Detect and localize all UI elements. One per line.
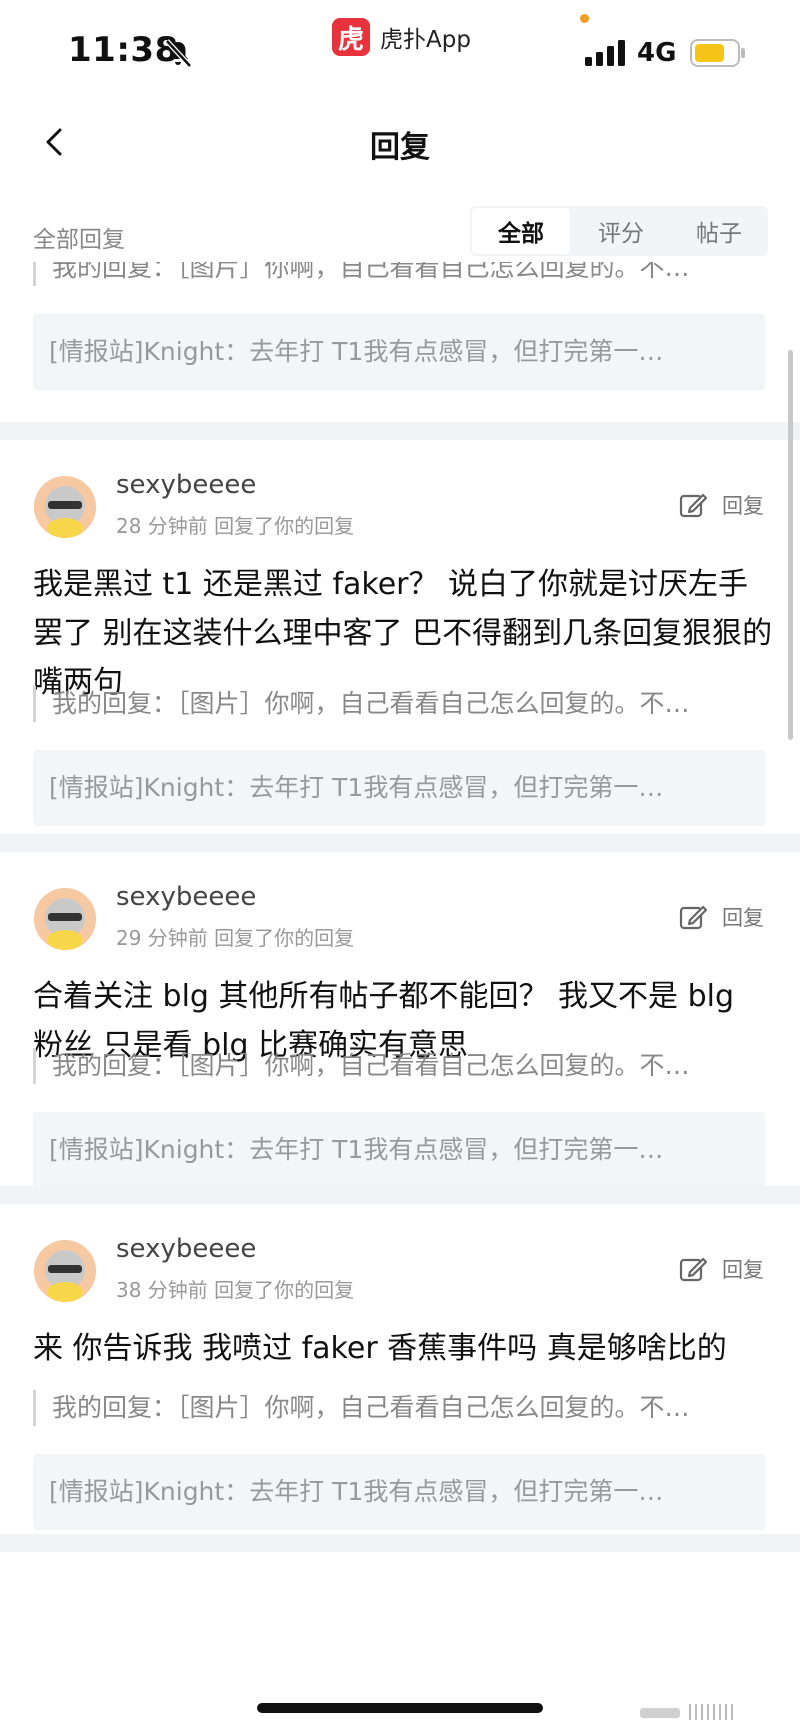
- avatar-image: [34, 1240, 96, 1302]
- divider: [0, 1534, 800, 1552]
- quoted-post[interactable]: [情报站]Knight：去年打 T1我有点感冒，但打完第一…: [33, 314, 765, 390]
- avatar[interactable]: [34, 888, 96, 950]
- list-item[interactable]: sexybeeee 29 分钟前 回复了你的回复 回复 合着关注 blg 其他所…: [0, 852, 800, 1188]
- reply-meta: 28 分钟前 回复了你的回复: [116, 514, 355, 538]
- reply-button[interactable]: 回复: [678, 490, 764, 520]
- divider: [0, 834, 800, 852]
- username[interactable]: sexybeeee: [116, 1234, 256, 1264]
- my-reply-text: 我的回复：［图片］你啊，自己看看自己怎么回复的。不…: [33, 1048, 773, 1084]
- edit-icon: [679, 1257, 708, 1282]
- watermark-icon: [640, 1704, 733, 1720]
- list-item[interactable]: sexybeeee 28 分钟前 回复了你的回复 回复 我是黑过 t1 还是黑过…: [0, 440, 800, 834]
- reply-button[interactable]: 回复: [678, 1254, 764, 1284]
- username[interactable]: sexybeeee: [116, 470, 256, 500]
- tab-posts[interactable]: 帖子: [670, 206, 768, 256]
- status-bar: 11:38 虎 虎扑App 4G: [0, 0, 800, 100]
- quoted-post[interactable]: [情报站]Knight：去年打 T1我有点感冒，但打完第一…: [33, 1112, 765, 1188]
- reply-meta: 38 分钟前 回复了你的回复: [116, 1278, 355, 1302]
- divider: [0, 422, 800, 440]
- my-reply-text: 我的回复：［图片］你啊，自己看看自己怎么回复的。不…: [33, 1390, 773, 1426]
- hupu-logo-icon: 虎: [332, 18, 370, 56]
- page-title: 回复: [370, 130, 430, 165]
- battery-icon: [690, 39, 745, 67]
- username[interactable]: sexybeeee: [116, 882, 256, 912]
- quoted-post[interactable]: [情报站]Knight：去年打 T1我有点感冒，但打完第一…: [33, 750, 765, 826]
- list-item[interactable]: sexybeeee 38 分钟前 回复了你的回复 回复 来 你告诉我 我喷过 f…: [0, 1204, 800, 1534]
- privacy-indicator-dot: [580, 14, 589, 23]
- network-type: 4G: [637, 38, 677, 68]
- reply-label: 回复: [722, 906, 764, 930]
- tab-rating[interactable]: 评分: [572, 206, 670, 256]
- avatar[interactable]: [34, 476, 96, 538]
- bell-off-icon: [165, 39, 192, 68]
- reply-list: 我的回复：［图片］你啊，自己看看自己怎么回复的。不… [情报站]Knight：去…: [0, 262, 800, 1731]
- signal-icon: [585, 40, 625, 66]
- reply-content[interactable]: 来 你告诉我 我喷过 faker 香蕉事件吗 真是够啥比的: [33, 1324, 773, 1373]
- reply-label: 回复: [722, 494, 764, 518]
- my-reply-text: 我的回复：［图片］你啊，自己看看自己怎么回复的。不…: [33, 262, 773, 286]
- nav-bar: 回复: [0, 100, 800, 190]
- segmented-control: 全部 评分 帖子: [470, 206, 768, 256]
- list-item[interactable]: 我的回复：［图片］你啊，自己看看自己怎么回复的。不… [情报站]Knight：去…: [0, 262, 800, 420]
- reply-button[interactable]: 回复: [678, 902, 764, 932]
- avatar-image: [34, 888, 96, 950]
- divider: [0, 1186, 800, 1204]
- reply-content[interactable]: 我是黑过 t1 还是黑过 faker？ 说白了你就是讨厌左手罢了 别在这装什么理…: [33, 560, 773, 707]
- my-reply-text: 我的回复：［图片］你啊，自己看看自己怎么回复的。不…: [33, 686, 773, 722]
- edit-icon: [679, 493, 708, 518]
- quoted-post[interactable]: [情报站]Knight：去年打 T1我有点感冒，但打完第一…: [33, 1454, 765, 1530]
- reply-label: 回复: [722, 1258, 764, 1282]
- app-name: 虎扑App: [380, 27, 471, 53]
- avatar[interactable]: [34, 1240, 96, 1302]
- reply-meta: 29 分钟前 回复了你的回复: [116, 926, 355, 950]
- app-indicator[interactable]: 虎 虎扑App: [332, 18, 471, 56]
- edit-icon: [679, 905, 708, 930]
- filter-bar: 全部回复 全部 评分 帖子: [0, 200, 800, 264]
- tab-all[interactable]: 全部: [470, 206, 572, 256]
- filter-label: 全部回复: [33, 227, 125, 253]
- scrollbar[interactable]: [788, 350, 793, 740]
- home-indicator[interactable]: [257, 1703, 543, 1713]
- avatar-image: [34, 476, 96, 538]
